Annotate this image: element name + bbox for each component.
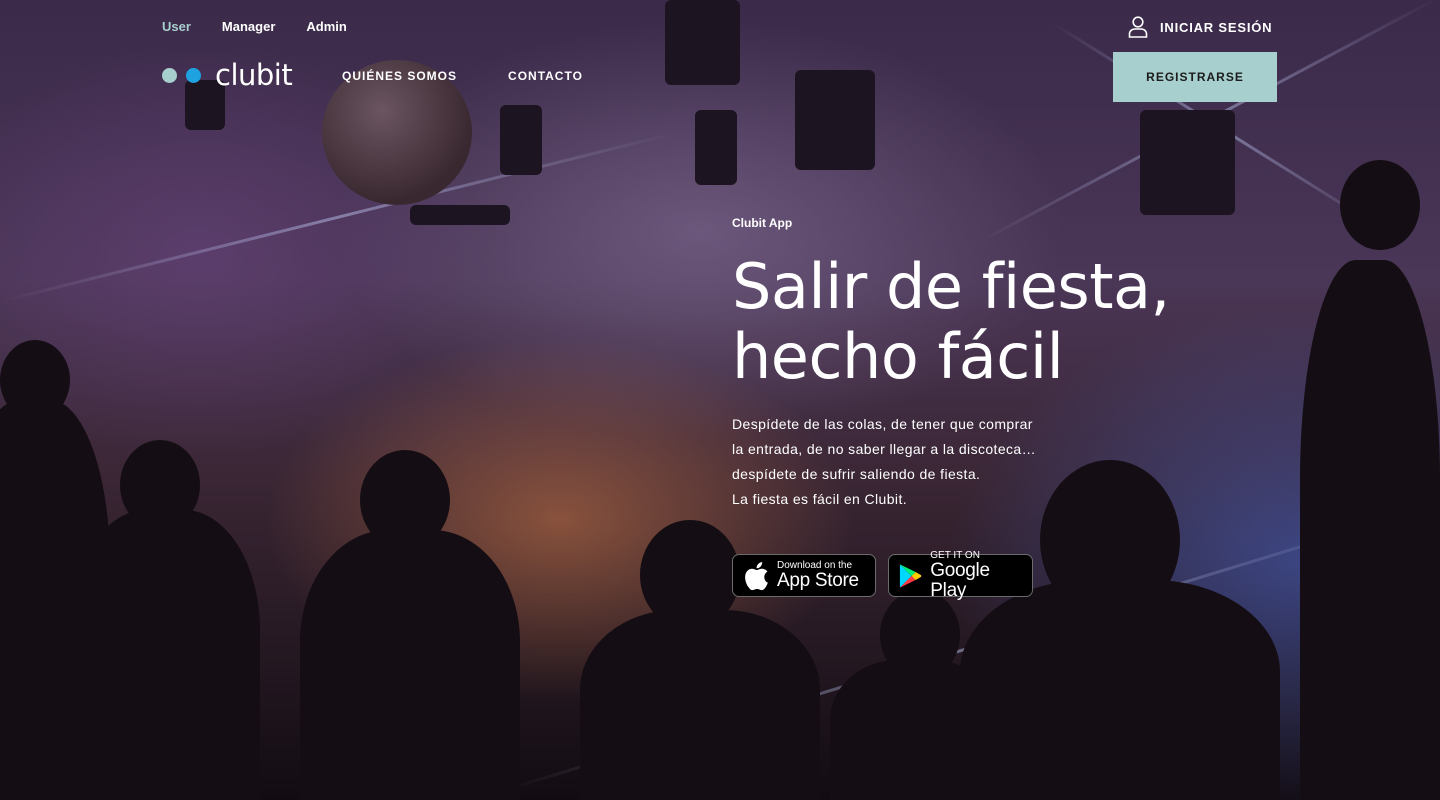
apple-icon [745,561,768,590]
hero-headline: Salir de fiesta, hecho fácil [732,252,1292,392]
logo[interactable]: clubit [162,58,293,92]
hero-eyebrow: Clubit App [732,216,793,230]
hero-section: Clubit App Salir de fiesta, hecho fácil … [732,216,1292,512]
stage-light [795,70,875,170]
login-label: INICIAR SESIÓN [1160,19,1273,35]
google-play-badge[interactable]: GET IT ON Google Play [888,550,1033,601]
register-button[interactable]: REGISTRARSE [1113,52,1277,102]
nav-link-contacto[interactable]: CONTACTO [508,69,583,83]
stage-light [500,105,542,175]
hero-headline-line1: Salir de fiesta, [732,250,1170,323]
app-store-big-label: App Store [777,570,859,591]
hero-headline-line2: hecho fácil [732,320,1064,393]
role-link-manager[interactable]: Manager [222,19,275,34]
login-link[interactable]: INICIAR SESIÓN [1128,16,1272,38]
stage-light [410,205,510,225]
role-switcher: User Manager Admin [162,19,347,34]
hero-description-line: despídete de sufrir saliendo de fiesta. [732,466,981,482]
stage-light [695,110,737,185]
logo-dot-icon [162,67,177,83]
app-store-badge[interactable]: Download on the App Store [732,554,876,597]
stage-light [665,0,740,85]
main-nav: QUIÉNES SOMOS CONTACTO [342,69,583,83]
role-link-user[interactable]: User [162,19,191,34]
google-play-big-label: Google Play [930,560,990,601]
logo-text: clubit [215,58,293,92]
google-play-text: GET IT ON Google Play [930,550,1020,601]
hero-description-line: Despídete de las colas, de tener que com… [732,416,1033,432]
role-link-admin[interactable]: Admin [306,19,346,34]
google-play-icon [899,563,922,588]
hero-description-line: La fiesta es fácil en Clubit. [732,491,908,507]
store-badges: Download on the App Store GET IT ON Goog… [732,550,1033,601]
app-store-text: Download on the App Store [777,560,859,591]
logo-dot-icon [186,67,201,83]
user-icon [1128,16,1148,38]
hero-description: Despídete de las colas, de tener que com… [732,412,1292,512]
stage-light [1140,110,1235,215]
hero-description-line: la entrada, de no saber llegar a la disc… [732,441,1037,457]
nav-link-quienes-somos[interactable]: QUIÉNES SOMOS [342,69,457,83]
